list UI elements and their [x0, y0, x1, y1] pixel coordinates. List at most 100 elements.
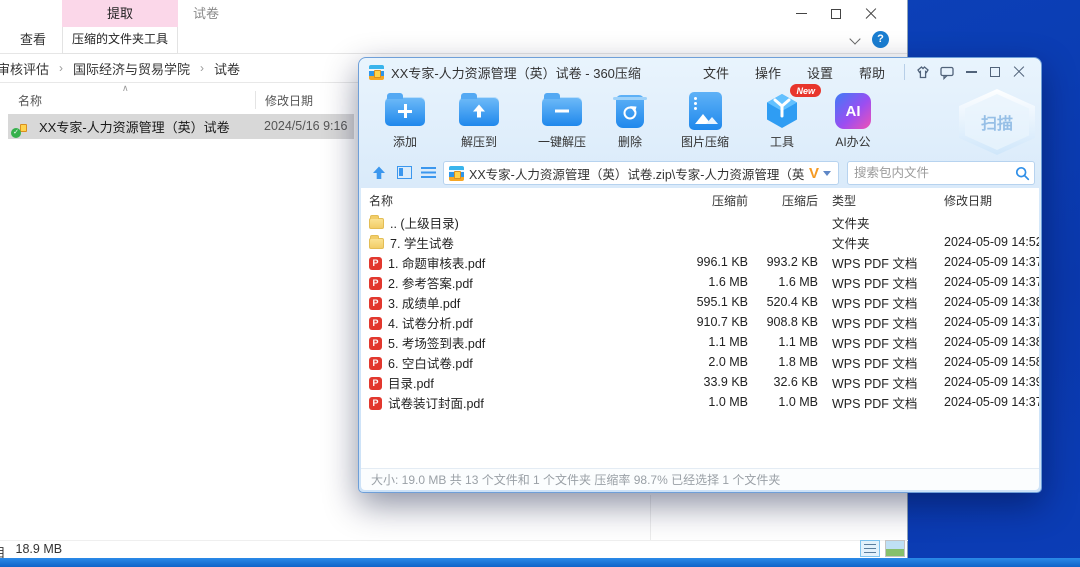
column-header-before[interactable]: 压缩前 — [658, 192, 748, 209]
tools-button[interactable]: New 工具 — [749, 89, 815, 150]
menu-actions[interactable]: 操作 — [742, 63, 794, 82]
column-header-after[interactable]: 压缩后 — [748, 192, 818, 209]
file-type-icon — [369, 317, 382, 330]
scan-button[interactable]: 扫描 — [959, 89, 1035, 155]
archiver-titlebar[interactable]: XX专家-人力资源管理（英）试卷 - 360压缩 文件 操作 设置 帮助 — [359, 58, 1041, 86]
thumbnails-view-button[interactable] — [885, 540, 905, 557]
archive-row[interactable]: 4. 试卷分析.pdf 910.7 KB 908.8 KB WPS PDF 文档… — [361, 312, 1039, 332]
zip-file-icon: ✓ — [14, 118, 32, 136]
new-badge: New — [790, 84, 821, 97]
cell-size-before: 595.1 KB — [658, 295, 748, 309]
taskbar[interactable] — [0, 558, 1080, 567]
explorer-maximize-button[interactable] — [831, 9, 841, 19]
archive-row[interactable]: 3. 成绩单.pdf 595.1 KB 520.4 KB WPS PDF 文档 … — [361, 292, 1039, 312]
search-box[interactable] — [847, 161, 1035, 185]
breadcrumb-item[interactable]: 试卷 — [210, 59, 244, 78]
feedback-icon[interactable] — [935, 61, 959, 83]
archiver-window: XX专家-人力资源管理（英）试卷 - 360压缩 文件 操作 设置 帮助 — [358, 57, 1042, 493]
cell-type: WPS PDF 文档 — [818, 293, 930, 312]
column-header-date[interactable]: 修改日期 — [930, 192, 1039, 209]
file-type-icon — [369, 357, 382, 370]
cell-name: 5. 考场签到表.pdf — [388, 333, 485, 352]
cell-size-before: 1.0 MB — [658, 395, 748, 409]
list-view-icon[interactable] — [421, 167, 436, 178]
one-key-extract-button[interactable]: 一键解压 — [529, 89, 595, 150]
archive-row[interactable]: 目录.pdf 33.9 KB 32.6 KB WPS PDF 文档 2024-0… — [361, 372, 1039, 392]
explorer-minimize-button[interactable] — [796, 13, 807, 14]
search-icon[interactable] — [1015, 166, 1030, 181]
checkmark-badge-icon: ✓ — [11, 128, 21, 138]
extract-to-button[interactable]: 解压到 — [446, 89, 512, 150]
toolbar-label: 工具 — [749, 133, 815, 150]
address-dropdown-icon[interactable] — [823, 171, 831, 176]
archive-row[interactable]: .. (上级目录) 文件夹 — [361, 212, 1039, 232]
menu-file[interactable]: 文件 — [690, 63, 742, 82]
archive-row[interactable]: 试卷装订封面.pdf 1.0 MB 1.0 MB WPS PDF 文档 2024… — [361, 392, 1039, 412]
chevron-down-icon[interactable] — [849, 33, 860, 44]
sort-ascending-icon: ∧ — [122, 83, 129, 94]
file-type-icon — [369, 337, 382, 350]
column-header-name[interactable]: 名称 — [18, 92, 42, 109]
column-divider[interactable] — [255, 91, 256, 109]
archive-file-icon — [449, 166, 464, 181]
cell-type: WPS PDF 文档 — [818, 273, 930, 292]
archive-row[interactable]: 5. 考场签到表.pdf 1.1 MB 1.1 MB WPS PDF 文档 20… — [361, 332, 1039, 352]
ai-office-button[interactable]: AI AI办公 — [820, 89, 886, 150]
cell-name: 试卷装订封面.pdf — [388, 393, 484, 412]
archiver-window-title: XX专家-人力资源管理（英）试卷 - 360压缩 — [391, 63, 641, 82]
cell-type: WPS PDF 文档 — [818, 333, 930, 352]
cell-size-before: 910.7 KB — [658, 315, 748, 329]
scan-label: 扫描 — [981, 110, 1013, 134]
panel-view-icon[interactable] — [397, 166, 412, 179]
column-header-name[interactable]: 名称 — [369, 192, 658, 209]
archive-row[interactable]: 6. 空白试卷.pdf 2.0 MB 1.8 MB WPS PDF 文档 202… — [361, 352, 1039, 372]
archiver-close-button[interactable] — [1007, 61, 1031, 83]
delete-button[interactable]: 删除 — [597, 89, 663, 150]
archive-row[interactable]: 2. 参考答案.pdf 1.6 MB 1.6 MB WPS PDF 文档 202… — [361, 272, 1039, 292]
column-header-date[interactable]: 修改日期 — [265, 92, 313, 109]
search-input[interactable] — [854, 166, 1015, 180]
column-header-type[interactable]: 类型 — [818, 192, 930, 209]
skin-theme-icon[interactable] — [911, 61, 935, 83]
add-button[interactable]: 添加 — [372, 89, 438, 150]
cell-date: 2024-05-09 14:37 — [930, 255, 1039, 269]
cell-type: WPS PDF 文档 — [818, 353, 930, 372]
ribbon-tab-compressed-tools[interactable]: 压缩的文件夹工具 — [62, 27, 178, 54]
ribbon-tab-extract[interactable]: 提取 — [62, 0, 178, 27]
toolbar-label: 添加 — [372, 133, 438, 150]
up-directory-icon[interactable] — [371, 165, 387, 181]
pane-divider — [650, 495, 651, 540]
cell-name: 6. 空白试卷.pdf — [388, 353, 473, 372]
archiver-minimize-button[interactable] — [959, 61, 983, 83]
toolbar-label: 一键解压 — [529, 133, 595, 150]
cell-size-after: 520.4 KB — [748, 295, 818, 309]
cell-size-after: 908.8 KB — [748, 315, 818, 329]
cell-date: 2024-05-09 14:37 — [930, 395, 1039, 409]
archive-row[interactable]: 7. 学生试卷 文件夹 2024-05-09 14:52 — [361, 232, 1039, 252]
vip-logo-icon[interactable]: V — [809, 165, 819, 182]
archiver-maximize-button[interactable] — [983, 61, 1007, 83]
archive-row[interactable]: 1. 命题审核表.pdf 996.1 KB 993.2 KB WPS PDF 文… — [361, 252, 1039, 272]
view-mode-toggles — [860, 540, 905, 557]
file-type-icon — [369, 277, 382, 290]
cell-type: WPS PDF 文档 — [818, 373, 930, 392]
toolbar-label: AI办公 — [820, 133, 886, 150]
address-bar[interactable]: XX专家-人力资源管理（英）试卷.zip\专家-人力资源管理（英）试卷 V — [443, 161, 839, 185]
ribbon-tab-view[interactable]: 查看 — [20, 27, 46, 53]
cell-name: 7. 学生试卷 — [390, 233, 454, 252]
details-view-button[interactable] — [860, 540, 880, 557]
cell-type: 文件夹 — [818, 213, 930, 232]
cell-type: WPS PDF 文档 — [818, 393, 930, 412]
cell-date: 2024-05-09 14:52 — [930, 235, 1039, 249]
menu-settings[interactable]: 设置 — [794, 63, 846, 82]
explorer-close-button[interactable] — [865, 8, 877, 20]
help-button[interactable]: ? — [872, 31, 889, 48]
cell-size-before: 1.1 MB — [658, 335, 748, 349]
breadcrumb-item[interactable]: 审核评估 — [0, 59, 53, 78]
cell-name: 3. 成绩单.pdf — [388, 293, 460, 312]
image-compress-button[interactable]: 图片压缩 — [672, 89, 738, 150]
menu-help[interactable]: 帮助 — [846, 63, 898, 82]
breadcrumb-item[interactable]: 国际经济与贸易学院 — [69, 59, 194, 78]
statusbar-size: 18.9 MB — [16, 542, 63, 558]
explorer-file-date: 2024/5/16 9:16 — [264, 114, 347, 139]
